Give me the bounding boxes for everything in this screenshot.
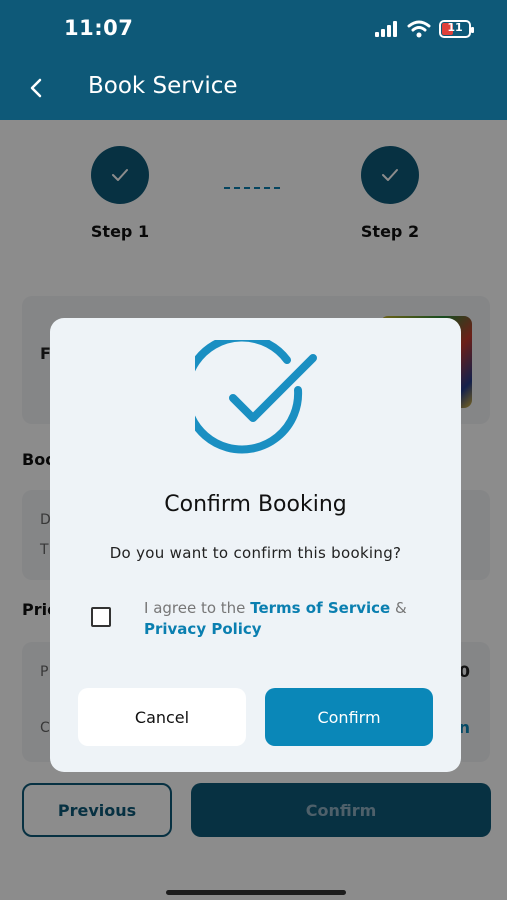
terms-agreement-text: I agree to the Terms of Service & Privac…: [144, 598, 444, 640]
confirm-booking-dialog: Confirm Booking Do you want to confirm t…: [50, 318, 461, 772]
agree-prefix: I agree to the: [144, 599, 246, 617]
app-bar: Book Service: [0, 58, 507, 120]
status-time: 11:07: [64, 16, 134, 40]
status-icons: 11: [375, 18, 474, 40]
back-arrow-icon[interactable]: [24, 72, 52, 104]
page-title: Book Service: [88, 73, 238, 99]
privacy-policy-link[interactable]: Privacy Policy: [144, 620, 262, 638]
agree-ampersand: &: [395, 599, 407, 617]
battery-level: 11: [447, 21, 463, 34]
dialog-message: Do you want to confirm this booking?: [109, 544, 402, 562]
cellular-signal-icon: [375, 21, 397, 37]
status-bar: 11:07 11: [0, 0, 507, 58]
terms-checkbox[interactable]: [91, 607, 111, 627]
cancel-button[interactable]: Cancel: [78, 688, 246, 746]
terms-of-service-link[interactable]: Terms of Service: [250, 599, 390, 617]
battery-icon: 11: [439, 20, 474, 38]
wifi-icon: [407, 20, 431, 38]
check-circle-icon: [195, 340, 317, 454]
confirm-button[interactable]: Confirm: [265, 688, 433, 746]
dialog-title: Confirm Booking: [164, 492, 347, 517]
home-indicator[interactable]: [166, 890, 346, 895]
